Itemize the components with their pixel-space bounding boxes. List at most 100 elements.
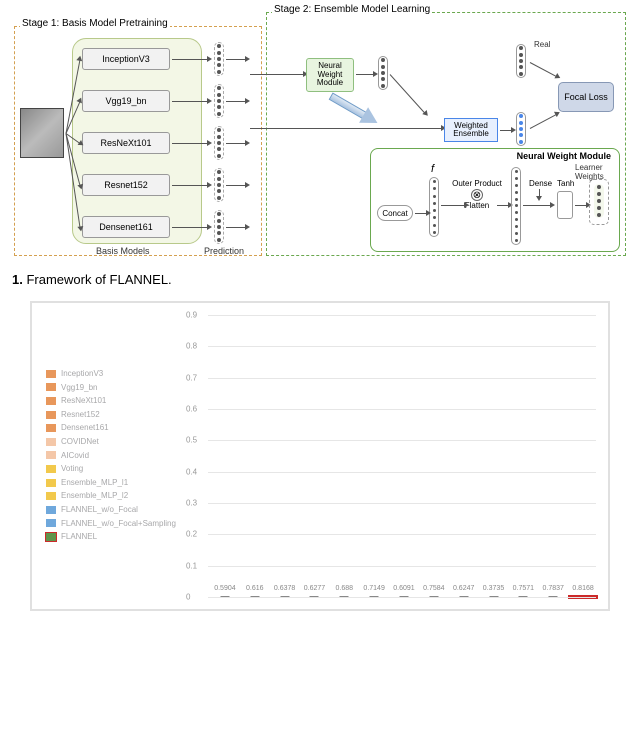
legend-swatch xyxy=(46,465,56,473)
stage2-label: Stage 2: Ensemble Model Learning xyxy=(272,4,432,15)
figure1-caption: 1. Framework of FLANNEL. xyxy=(12,272,628,287)
concat-vector xyxy=(429,177,439,237)
basis-model-box: Densenet161 xyxy=(82,216,170,238)
y-tick-label: 0.7 xyxy=(186,373,197,382)
legend-item: Ensemble_MLP_l2 xyxy=(46,489,176,503)
y-tick-label: 0.6 xyxy=(186,405,197,414)
arrow-model-to-pred xyxy=(172,143,208,144)
legend-swatch xyxy=(46,451,56,459)
legend-label: InceptionV3 xyxy=(61,367,103,381)
chart-plot: 0.59040.6160.63780.62770.6880.71490.6091… xyxy=(208,315,596,597)
y-tick-label: 0.1 xyxy=(186,561,197,570)
arrow-to-weighted xyxy=(250,128,442,129)
gridline xyxy=(208,534,596,535)
basis-model-box: Resnet152 xyxy=(82,174,170,196)
focal-loss-box: Focal Loss xyxy=(558,82,614,112)
legend-label: Densenet161 xyxy=(61,421,109,435)
y-tick-label: 0.9 xyxy=(186,311,197,320)
arrow-concat-out xyxy=(415,213,427,214)
prediction-dots xyxy=(214,210,224,244)
arrow-to-outer xyxy=(441,205,465,206)
legend-swatch xyxy=(46,411,56,419)
legend-swatch xyxy=(46,397,56,405)
y-tick-label: 0.8 xyxy=(186,342,197,351)
legend-label: COVIDNet xyxy=(61,435,99,449)
legend-label: AICovid xyxy=(61,449,89,463)
arrow-tanh-out xyxy=(575,205,587,206)
arrow-pred-out xyxy=(226,59,246,60)
y-tick-label: 0 xyxy=(186,593,190,602)
chart-bars: 0.59040.6160.63780.62770.6880.71490.6091… xyxy=(212,315,596,597)
y-tick-label: 0.5 xyxy=(186,436,197,445)
neural-weight-module-box: Neural Weight Module xyxy=(306,58,354,92)
arrow-pred-out xyxy=(226,227,246,228)
arrow-to-nwm xyxy=(250,74,304,75)
y-tick-label: 0.2 xyxy=(186,530,197,539)
legend-label: ResNeXt101 xyxy=(61,394,106,408)
basis-model-box: Vgg19_bn xyxy=(82,90,170,112)
legend-item: Densenet161 xyxy=(46,421,176,435)
prediction-dots xyxy=(214,84,224,118)
nwm-detail-title: Neural Weight Module xyxy=(517,151,611,161)
legend-item: Voting xyxy=(46,462,176,476)
arrow-we-out xyxy=(500,130,512,131)
legend-label: Ensemble_MLP_l2 xyxy=(61,489,128,503)
tanh-block xyxy=(557,191,573,219)
bar-value-label: 0.6247 xyxy=(453,585,474,592)
arrow-nwm-out xyxy=(356,74,374,75)
arrow-pred-out xyxy=(226,185,246,186)
learner-weights-box xyxy=(589,179,609,225)
bar-value-label: 0.8168 xyxy=(572,585,593,592)
bar-value-label: 0.688 xyxy=(336,585,354,592)
legend-swatch xyxy=(46,506,56,514)
legend-item: InceptionV3 xyxy=(46,367,176,381)
legend-label: FLANNEL_w/o_Focal xyxy=(61,503,138,517)
legend-swatch xyxy=(46,519,56,527)
legend-item: Resnet152 xyxy=(46,408,176,422)
arrow-pred-out xyxy=(226,143,246,144)
real-vector xyxy=(516,44,526,78)
dense-label: Dense xyxy=(529,179,552,188)
arrow-dense xyxy=(523,205,551,206)
legend-swatch xyxy=(46,370,56,378)
weight-vector xyxy=(378,56,388,90)
legend-swatch xyxy=(46,424,56,432)
legend-swatch xyxy=(46,479,56,487)
arrow-model-to-pred xyxy=(172,59,208,60)
stage1-label: Stage 1: Basis Model Pretraining xyxy=(20,18,170,29)
legend-item: FLANNEL_w/o_Focal+Sampling xyxy=(46,517,176,531)
legend-swatch xyxy=(46,438,56,446)
basis-model-box: ResNeXt101 xyxy=(82,132,170,154)
y-tick-label: 0.4 xyxy=(186,467,197,476)
legend-label: Resnet152 xyxy=(61,408,100,422)
bar-value-label: 0.3735 xyxy=(483,585,504,592)
bar-value-label: 0.7584 xyxy=(423,585,444,592)
legend-item: Ensemble_MLP_l1 xyxy=(46,476,176,490)
bar-value-label: 0.6277 xyxy=(304,585,325,592)
legend-item: Vgg19_bn xyxy=(46,381,176,395)
arrow-pred-out xyxy=(226,101,246,102)
outer-product-icon: ⊗ xyxy=(471,189,483,201)
bar-value-label: 0.6091 xyxy=(393,585,414,592)
figure-chart: InceptionV3Vgg19_bnResNeXt101Resnet152De… xyxy=(30,301,610,611)
basis-model-box: InceptionV3 xyxy=(82,48,170,70)
y-tick-label: 0.3 xyxy=(186,499,197,508)
bar-value-label: 0.7837 xyxy=(542,585,563,592)
legend-label: Vgg19_bn xyxy=(61,381,97,395)
neural-weight-module-detail: Neural Weight Module Concat f Outer Prod… xyxy=(370,148,620,252)
bar-value-label: 0.7571 xyxy=(513,585,534,592)
gridline xyxy=(208,346,596,347)
flatten-vector xyxy=(511,167,521,245)
legend-item: AICovid xyxy=(46,449,176,463)
prediction-label: Prediction xyxy=(204,246,244,256)
f-symbol: f xyxy=(431,163,434,175)
legend-label: Ensemble_MLP_l1 xyxy=(61,476,128,490)
legend-swatch xyxy=(46,492,56,500)
xray-image xyxy=(20,108,64,158)
legend-label: Voting xyxy=(61,462,83,476)
prediction-dots xyxy=(214,126,224,160)
bar-value-label: 0.5904 xyxy=(214,585,235,592)
bar-value-label: 0.6378 xyxy=(274,585,295,592)
gridline xyxy=(208,378,596,379)
chart-legend: InceptionV3Vgg19_bnResNeXt101Resnet152De… xyxy=(46,367,176,544)
